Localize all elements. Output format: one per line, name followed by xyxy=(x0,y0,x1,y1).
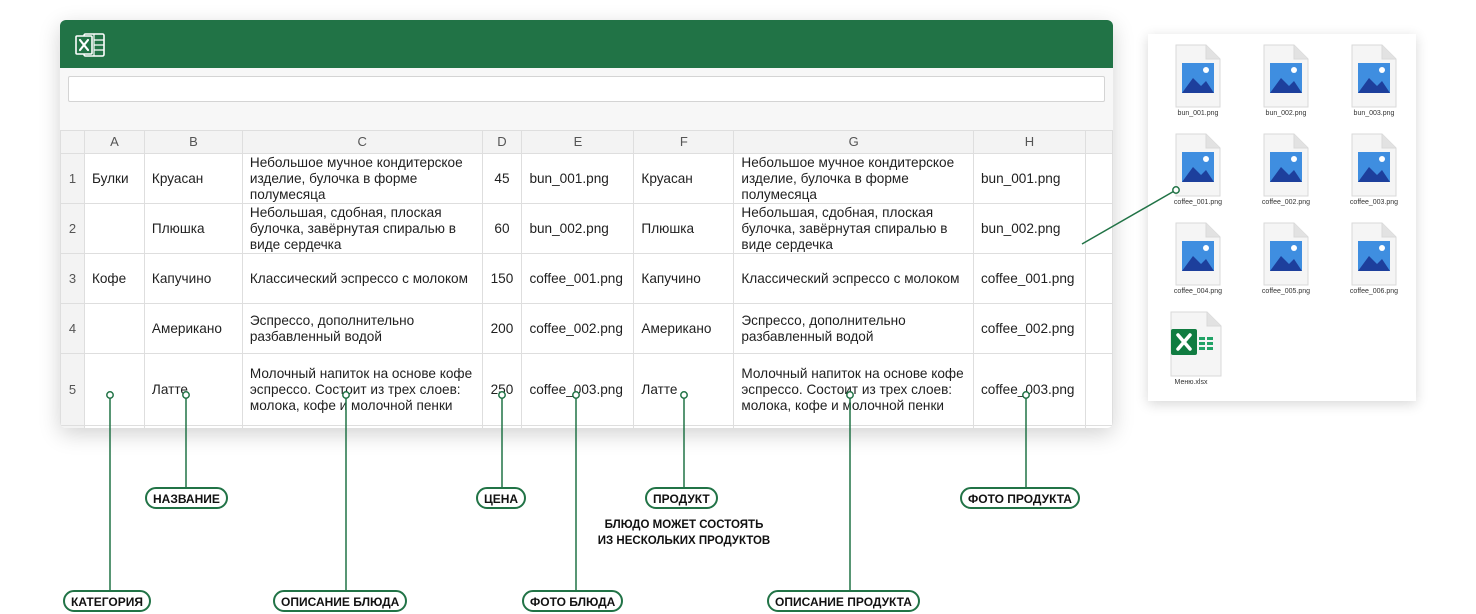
product-photo-anchor xyxy=(1022,391,1030,399)
category-anchor xyxy=(106,391,114,399)
product-photo-callout: ФОТО ПРОДУКТА xyxy=(960,487,1080,509)
category-callout: КАТЕГОРИЯ xyxy=(63,590,151,612)
dish-photo-callout: ФОТО БЛЮДА xyxy=(522,590,624,612)
dish-photo-anchor xyxy=(572,391,580,399)
product-description-callout: ОПИСАНИЕ ПРОДУКТА xyxy=(767,590,920,612)
product-description-anchor xyxy=(846,391,854,399)
dish-description-callout: ОПИСАНИЕ БЛЮДА xyxy=(273,590,408,612)
product-note-line2: ИЗ НЕСКОЛЬКИХ ПРОДУКТОВ xyxy=(597,535,771,547)
file-link-anchor xyxy=(1172,186,1180,194)
product-callout: ПРОДУКТ xyxy=(645,487,718,509)
product-anchor xyxy=(680,391,688,399)
price-anchor xyxy=(498,391,506,399)
name-callout: НАЗВАНИЕ xyxy=(145,487,228,509)
name-anchor xyxy=(182,391,190,399)
dish-description-anchor xyxy=(342,391,350,399)
file-link-connector xyxy=(1081,189,1177,245)
price-callout: ЦЕНА xyxy=(476,487,527,509)
product-note-line1: БЛЮДО МОЖЕТ СОСТОЯТЬ xyxy=(604,519,764,531)
product-note: БЛЮДО МОЖЕТ СОСТОЯТЬ ИЗ НЕСКОЛЬКИХ ПРОДУ… xyxy=(584,517,784,549)
